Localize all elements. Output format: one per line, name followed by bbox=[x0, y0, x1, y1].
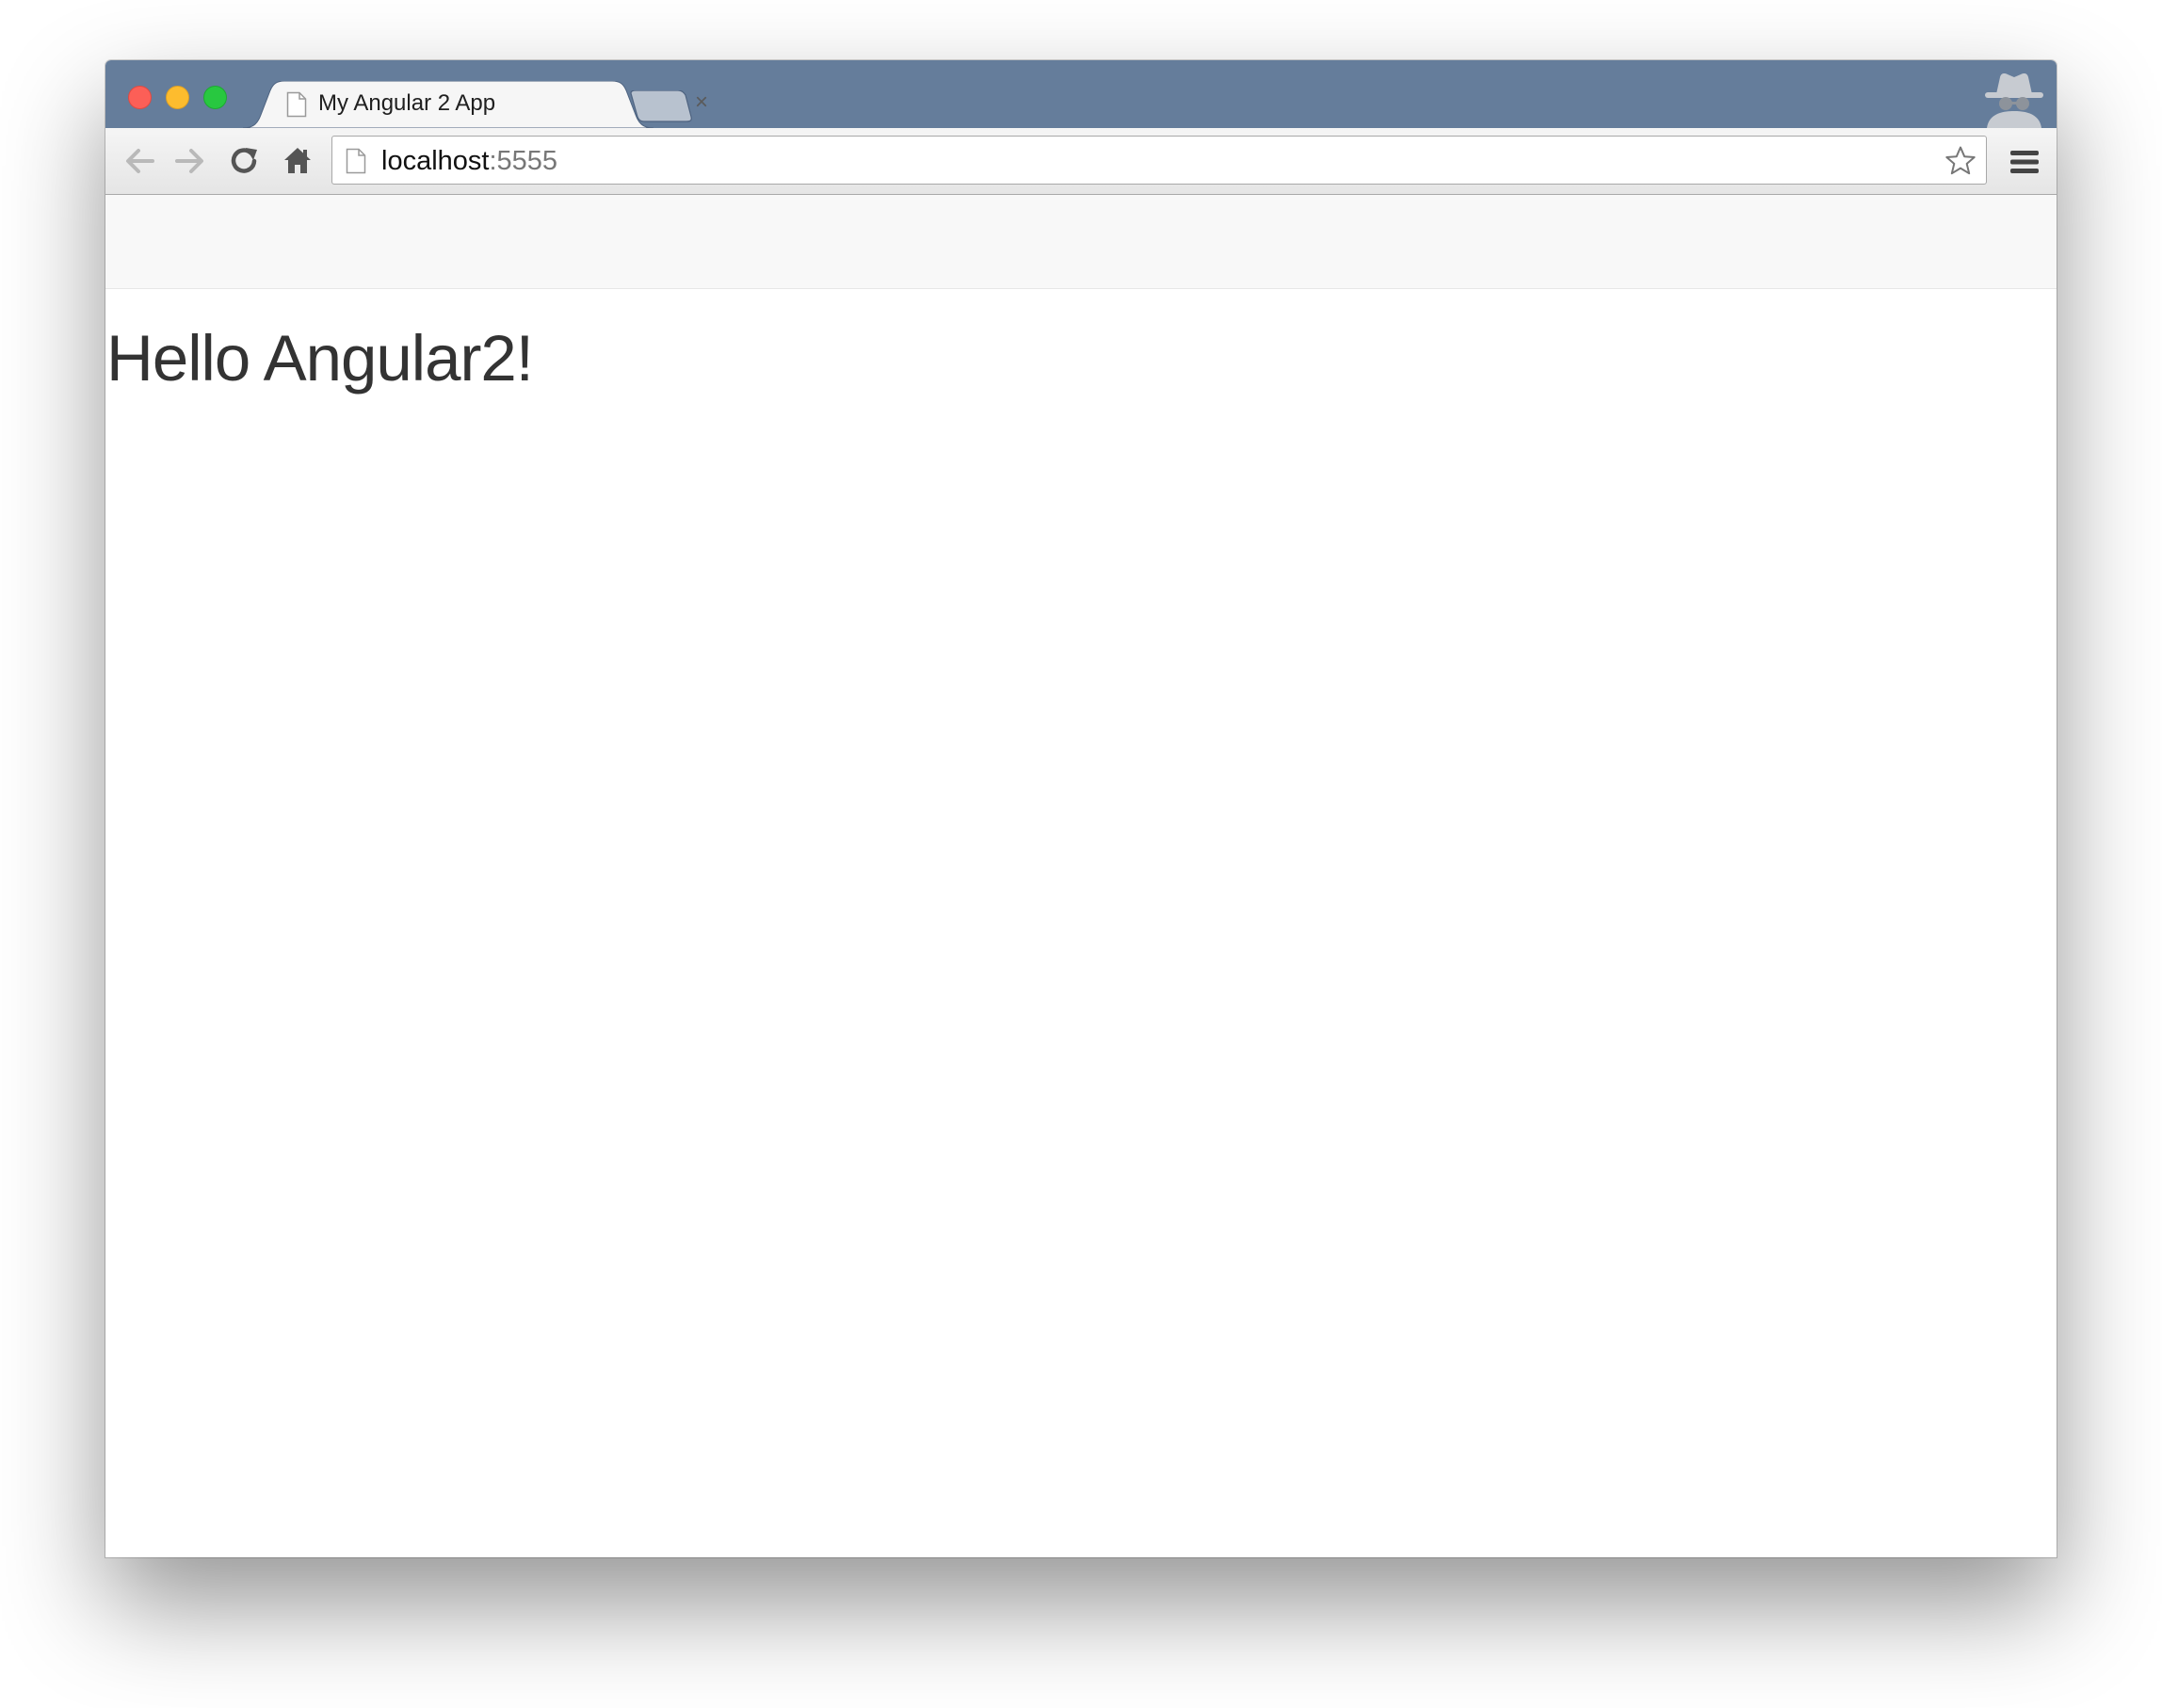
browser-window: My Angular 2 App × localhost:5555 Hello … bbox=[105, 60, 2057, 1557]
url-text: localhost:5555 bbox=[381, 147, 557, 175]
page-navbar bbox=[105, 195, 2057, 289]
hamburger-menu-icon[interactable] bbox=[2009, 149, 2040, 175]
window-close-button[interactable] bbox=[128, 86, 152, 109]
window-minimize-button[interactable] bbox=[166, 86, 189, 109]
page-icon bbox=[286, 91, 307, 118]
title-bar: My Angular 2 App × bbox=[105, 60, 2057, 128]
window-maximize-button[interactable] bbox=[203, 86, 227, 109]
home-button[interactable] bbox=[279, 142, 316, 180]
address-bar[interactable]: localhost:5555 bbox=[331, 136, 1987, 185]
url-host: localhost bbox=[381, 146, 490, 176]
forward-button[interactable] bbox=[171, 142, 209, 180]
page-heading: Hello Angular2! bbox=[106, 322, 534, 395]
reload-icon bbox=[231, 148, 257, 173]
back-button[interactable] bbox=[121, 142, 158, 180]
forward-arrow-icon bbox=[175, 149, 203, 173]
back-arrow-icon bbox=[126, 149, 154, 173]
url-port: :5555 bbox=[489, 146, 558, 176]
home-icon bbox=[284, 148, 311, 173]
tab-title: My Angular 2 App bbox=[318, 90, 496, 116]
star-icon[interactable] bbox=[1944, 145, 1976, 177]
browser-toolbar: localhost:5555 bbox=[105, 128, 2057, 195]
new-tab-icon[interactable] bbox=[629, 90, 693, 122]
incognito-icon[interactable] bbox=[1979, 72, 2049, 128]
reload-button[interactable] bbox=[226, 142, 264, 180]
page-icon bbox=[346, 148, 366, 174]
